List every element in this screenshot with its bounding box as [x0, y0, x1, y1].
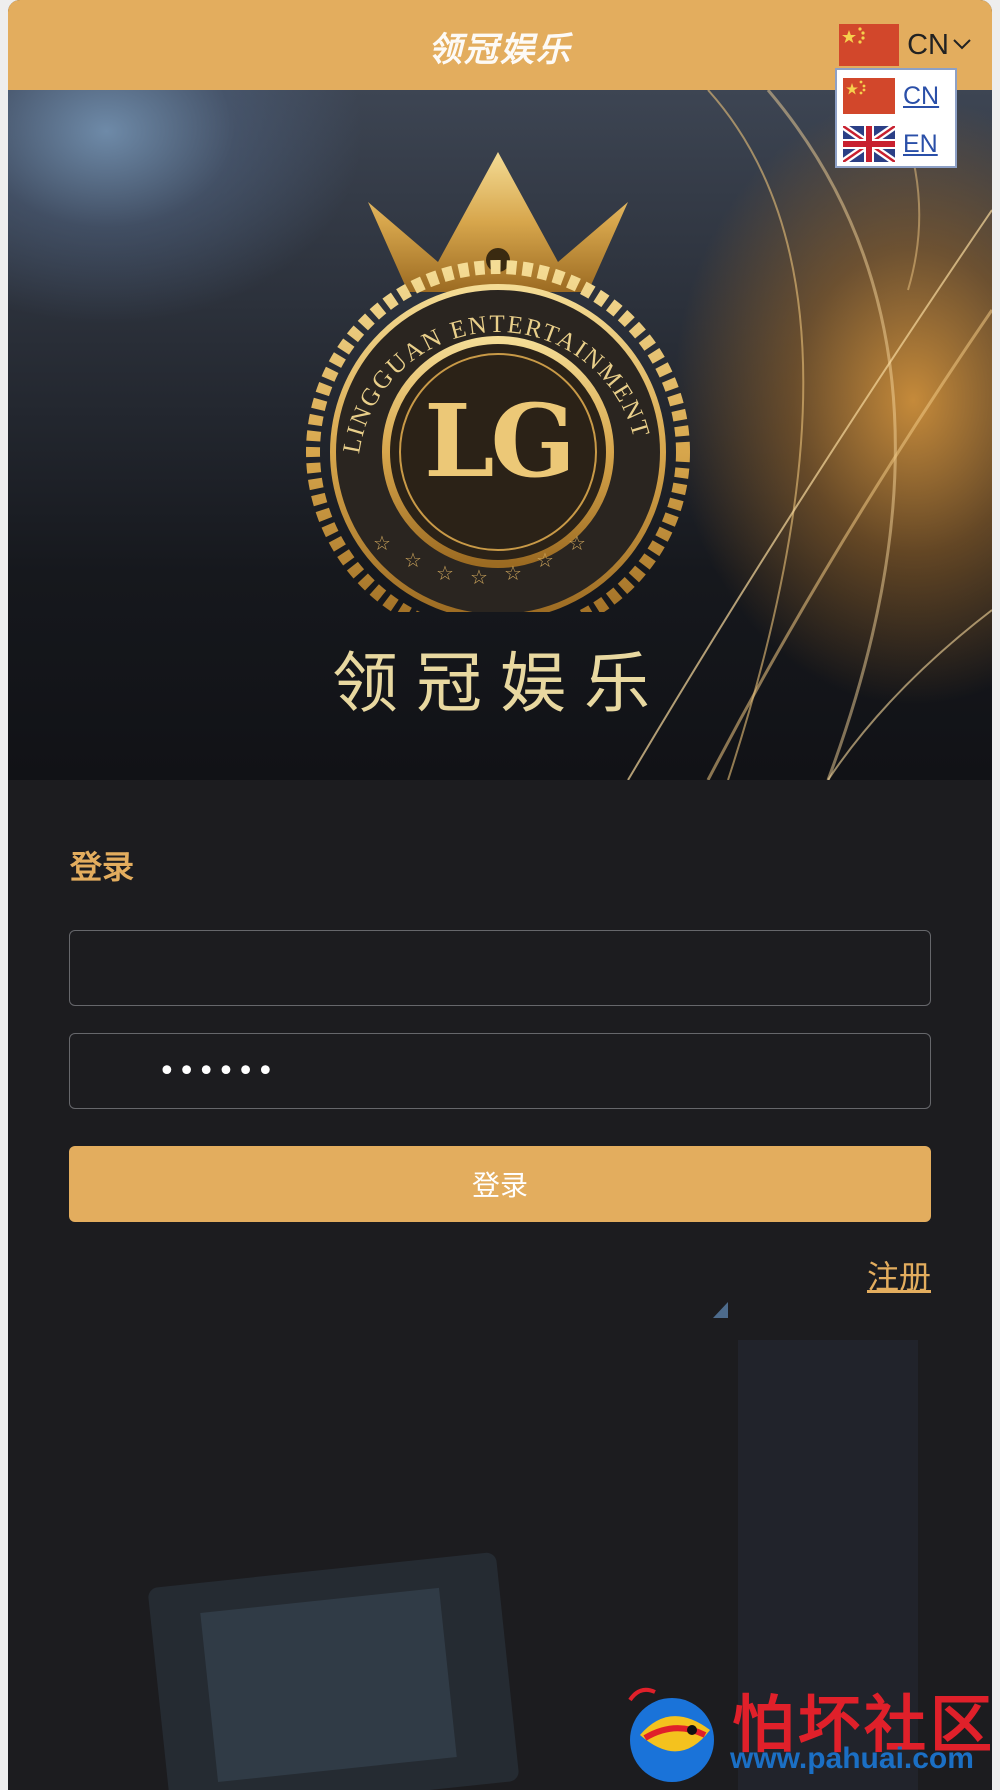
flag-uk-icon	[841, 123, 897, 165]
emblem-letters: LG	[424, 382, 576, 500]
svg-text:☆: ☆	[568, 531, 586, 555]
language-dropdown: CN EN	[835, 68, 957, 168]
watermark-url: www.pahuai.com	[730, 1742, 974, 1775]
language-selector[interactable]: CN	[839, 24, 972, 66]
flag-cn-icon	[839, 24, 900, 66]
current-language-label: CN	[907, 28, 949, 61]
register-link[interactable]: 注册	[867, 1252, 931, 1298]
password-field[interactable]	[69, 1033, 931, 1109]
language-option-label: CN	[903, 81, 940, 110]
hero-banner: LINGGUAN ENTERTAINMENT ☆ ☆ ☆ ☆ ☆ ☆ ☆ LG …	[8, 90, 992, 780]
svg-text:☆: ☆	[373, 531, 391, 555]
site-watermark: 怕坏社区 www.pahuai.com	[620, 1680, 992, 1790]
username-field[interactable]	[69, 930, 931, 1006]
language-option-cn[interactable]: CN	[843, 78, 939, 114]
flag-cn-icon	[843, 78, 895, 114]
app-screen: 领冠娱乐 CN CN EN LINGGUAN ENTERTAINMENT ☆ ☆…	[8, 0, 992, 1790]
language-option-en[interactable]: EN	[841, 123, 938, 165]
chevron-down-icon	[952, 36, 972, 55]
login-heading: 登录	[70, 848, 135, 886]
svg-text:☆: ☆	[436, 561, 454, 585]
svg-text:☆: ☆	[536, 548, 554, 572]
svg-text:☆: ☆	[470, 565, 488, 589]
login-button[interactable]: 登录	[69, 1146, 931, 1222]
lg-emblem: LINGGUAN ENTERTAINMENT ☆ ☆ ☆ ☆ ☆ ☆ ☆ LG	[288, 152, 708, 644]
hero-subtitle: 领冠娱乐	[332, 645, 668, 722]
svg-text:☆: ☆	[504, 561, 522, 585]
svg-text:☆: ☆	[404, 548, 422, 572]
language-option-label: EN	[903, 129, 938, 158]
fish-logo-icon	[628, 1687, 714, 1782]
